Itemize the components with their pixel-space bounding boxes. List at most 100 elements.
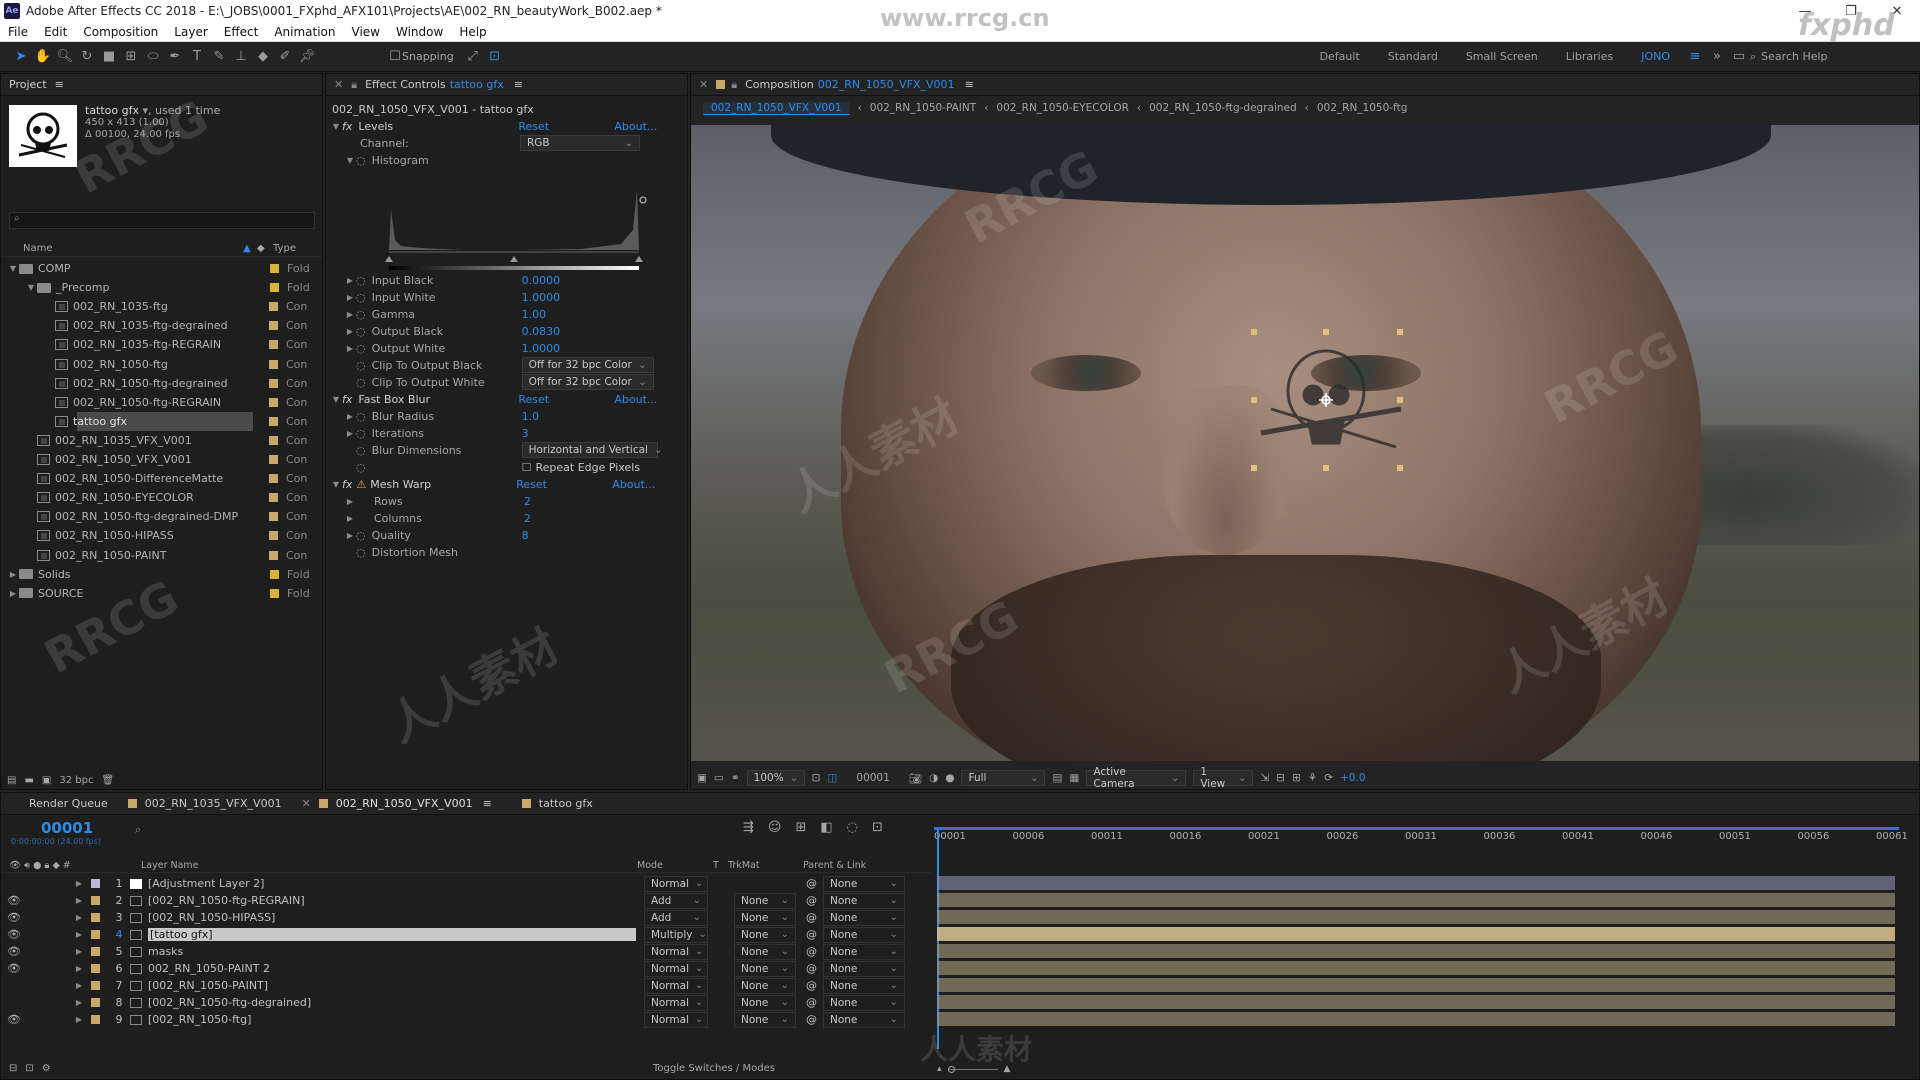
shy-icon[interactable]: ☺ [768, 820, 782, 835]
parent-dropdown[interactable]: None [823, 909, 905, 926]
layer-label-swatch[interactable] [91, 981, 100, 990]
crumb-ftg[interactable]: 002_RN_1050-ftg [1317, 102, 1408, 114]
stopwatch-icon[interactable]: ◌ [356, 444, 366, 457]
expand-arrow-icon[interactable]: ▶ [344, 429, 356, 438]
clip-white-dropdown[interactable]: Off for 32 bpc Color [521, 374, 654, 390]
composition-viewer[interactable] [691, 125, 1919, 761]
rows-value[interactable]: 2 [524, 495, 531, 508]
blend-mode-dropdown[interactable]: Normal [644, 994, 708, 1011]
layer-name[interactable]: [tattoo gfx] [148, 928, 636, 941]
zoom-slider-thumb[interactable] [947, 1065, 955, 1073]
layer-label-swatch[interactable] [91, 947, 100, 956]
visibility-eye-icon[interactable]: 👁︎ [7, 911, 23, 924]
layer-duration-bar[interactable] [937, 944, 1895, 958]
draft-3d-icon[interactable]: ⇶ [743, 820, 754, 835]
output-black-value[interactable]: 0.0830 [522, 325, 561, 338]
region-of-interest-icon[interactable]: ◫ [827, 772, 837, 784]
mesh-about-link[interactable]: About... [612, 478, 655, 491]
lock-icon[interactable]: 🔒︎ [351, 78, 357, 92]
layer-duration-bar[interactable] [937, 995, 1895, 1009]
visibility-eye-icon[interactable]: 👁︎ [7, 1013, 23, 1026]
stopwatch-icon[interactable]: ◌ [356, 376, 366, 389]
track-matte-dropdown[interactable]: None [734, 1011, 796, 1028]
expand-arrow-icon[interactable]: ▶ [73, 930, 85, 939]
layer-name[interactable]: masks [148, 945, 636, 958]
zoom-slider[interactable]: ▴ ▲ [937, 1064, 1027, 1074]
stopwatch-icon[interactable]: ◌ [356, 427, 366, 440]
track-matte-dropdown[interactable]: None [734, 926, 796, 943]
blur-dimensions-dropdown[interactable]: Horizontal and Vertical [521, 442, 658, 458]
rotate-tool-icon[interactable]: ↻ [76, 46, 98, 68]
menu-window[interactable]: Window [388, 25, 451, 39]
restore-button[interactable]: ❐ [1828, 0, 1874, 22]
workspace-libraries[interactable]: Libraries [1552, 50, 1628, 63]
visibility-eye-icon[interactable]: 👁︎ [7, 962, 23, 975]
show-snapshot-icon[interactable]: ◑ [929, 772, 938, 784]
blend-mode-dropdown[interactable]: Normal [644, 977, 708, 994]
minimize-button[interactable]: — [1782, 0, 1828, 22]
repeat-edge-checkbox[interactable]: ☐ [522, 461, 532, 474]
workspace-menu-icon[interactable]: ≡ [1684, 46, 1706, 68]
t-header[interactable]: T [713, 860, 728, 871]
stopwatch-icon[interactable]: ◌ [356, 546, 366, 559]
channel-dropdown[interactable]: RGB [520, 135, 640, 151]
label-color-swatch[interactable] [270, 264, 279, 273]
comp-mini-flowchart-icon[interactable]: ⊟ [9, 1063, 17, 1074]
label-color-swatch[interactable] [269, 493, 278, 503]
workspace-standard[interactable]: Standard [1374, 50, 1452, 63]
project-tab[interactable]: Project [9, 78, 47, 91]
parent-dropdown[interactable]: None [823, 994, 905, 1011]
panel-menu-icon[interactable]: ≡ [55, 78, 64, 91]
parent-dropdown[interactable]: None [823, 960, 905, 977]
mode-header[interactable]: Mode [637, 860, 713, 871]
layer-name[interactable]: [002_RN_1050-ftg] [148, 1013, 636, 1026]
tab-1035-vfx[interactable]: 002_RN_1035_VFX_V001 [145, 797, 282, 810]
blend-mode-dropdown[interactable]: Add [644, 909, 708, 926]
exposure-value[interactable]: +0.0 [1340, 772, 1366, 784]
blend-mode-dropdown[interactable]: Normal [644, 1011, 708, 1028]
layer-name[interactable]: [002_RN_1050-PAINT] [148, 979, 636, 992]
label-color-swatch[interactable] [269, 512, 278, 522]
current-frame[interactable]: 00001 [856, 772, 889, 784]
time-ruler[interactable]: 00001 00006 00011 00016 00021 00026 00031 00036… [934, 831, 1908, 847]
project-folder[interactable]: ▼ _Precomp Fold [1, 278, 322, 297]
layer-label-swatch[interactable] [91, 896, 100, 905]
blur-reset-link[interactable]: Reset [518, 393, 614, 406]
layer-duration-bar[interactable] [937, 893, 1895, 907]
blur-effect-name[interactable]: Fast Box Blur [358, 393, 518, 406]
project-comp-item[interactable]: 002_RN_1050-HIPASS Con [1, 526, 322, 545]
label-color-swatch[interactable] [269, 416, 278, 426]
project-comp-item[interactable]: 002_RN_1035-ftg-REGRAIN Con [1, 335, 322, 354]
resolution-dropdown[interactable]: Full [961, 770, 1046, 786]
layer-duration-bar[interactable] [937, 961, 1895, 975]
levels-about-link[interactable]: About... [614, 120, 657, 133]
input-black-value[interactable]: 0.0000 [522, 274, 561, 287]
stopwatch-icon[interactable]: ◌ [356, 308, 366, 321]
expand-arrow-icon[interactable]: ▶ [344, 327, 356, 336]
workspace-jono[interactable]: JONO [1627, 50, 1684, 63]
menu-edit[interactable]: Edit [36, 25, 75, 39]
layer-name[interactable]: 002_RN_1050-PAINT 2 [148, 962, 636, 975]
label-color-swatch[interactable] [269, 455, 278, 464]
track-matte-dropdown[interactable]: None [734, 909, 796, 926]
pick-whip-icon[interactable]: @ [806, 1013, 817, 1026]
crumb-paint[interactable]: 002_RN_1050-PAINT [870, 102, 976, 114]
keyframe-icon[interactable]: ⊡ [872, 820, 883, 835]
stopwatch-icon[interactable]: ◌ [356, 274, 366, 287]
brush-tool-icon[interactable]: ✎ [208, 46, 230, 68]
label-color-swatch[interactable] [270, 283, 279, 293]
new-folder-icon[interactable]: ▬ [24, 775, 33, 786]
display-icon[interactable]: ▭ [714, 772, 724, 784]
close-tab-icon[interactable]: ✕ [334, 78, 343, 91]
visibility-eye-icon[interactable]: 👁︎ [7, 945, 23, 958]
layer-duration-bar[interactable] [937, 1012, 1895, 1026]
track-matte-dropdown[interactable]: None [734, 994, 796, 1011]
layer-name-header[interactable]: Layer Name [141, 860, 637, 871]
gamma-value[interactable]: 1.00 [522, 308, 547, 321]
track-matte-dropdown[interactable]: None [734, 960, 796, 977]
composition-tab[interactable]: Composition [745, 78, 814, 91]
frame-blending-icon[interactable]: ⊞ [795, 820, 806, 835]
project-folder[interactable]: ▼ COMP Fold [1, 259, 322, 278]
stopwatch-icon[interactable]: ◌ [356, 342, 366, 355]
close-tab-icon[interactable]: ✕ [699, 78, 708, 91]
